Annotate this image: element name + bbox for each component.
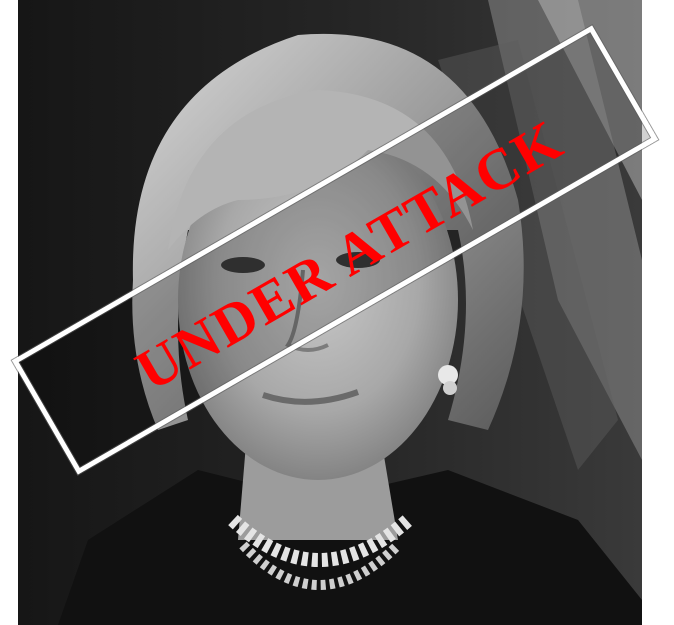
image-canvas: UNDER ATTACK [0, 0, 674, 625]
